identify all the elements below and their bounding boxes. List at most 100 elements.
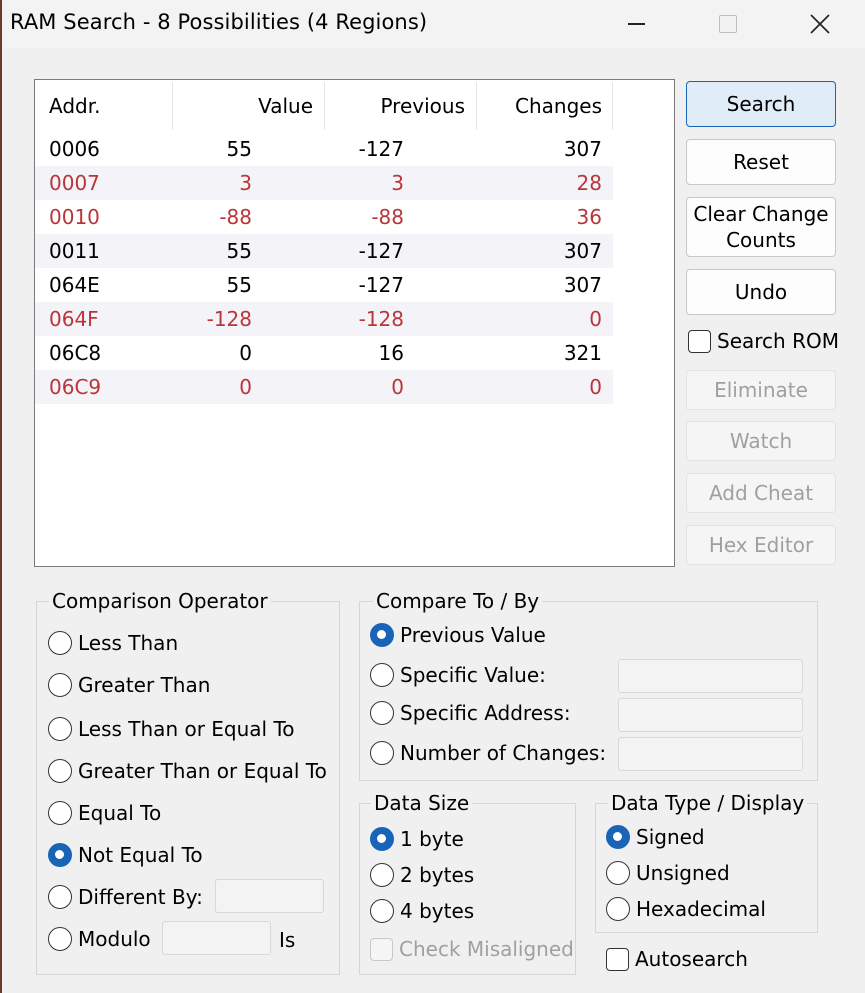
- maximize-icon: [719, 15, 737, 33]
- table-row[interactable]: 06C9 0 0 0: [35, 370, 613, 404]
- comparison-radio-less-than[interactable]: Less Than: [48, 631, 178, 655]
- radio-button[interactable]: [48, 631, 72, 655]
- comparison-operator-title: Comparison Operator: [49, 588, 271, 614]
- column-divider[interactable]: [612, 82, 613, 130]
- autosearch-checkbox[interactable]: Autosearch: [606, 947, 748, 971]
- cell-value: 0: [239, 375, 252, 399]
- table-row[interactable]: 064E 55 -127 307: [35, 268, 613, 302]
- column-header-addr[interactable]: Addr.: [49, 80, 100, 132]
- search-rom-checkbox[interactable]: Search ROM: [688, 329, 839, 353]
- specific-address-input[interactable]: [618, 698, 803, 732]
- radio-label: Specific Value:: [400, 663, 546, 687]
- data-size-radio-1-byte[interactable]: 1 byte: [370, 827, 464, 851]
- search-button[interactable]: Search: [686, 81, 836, 127]
- compare-to-radio-specific-address[interactable]: Specific Address:: [370, 701, 571, 725]
- checkbox-box[interactable]: [688, 329, 711, 353]
- minimize-button[interactable]: [590, 0, 682, 48]
- close-button[interactable]: [774, 0, 865, 48]
- column-divider[interactable]: [172, 82, 173, 130]
- maximize-button: [682, 0, 774, 48]
- cell-changes: 307: [563, 137, 602, 161]
- radio-button[interactable]: [48, 801, 72, 825]
- comparison-radio-modulo[interactable]: Modulo: [48, 927, 151, 951]
- table-row[interactable]: 064F -128 -128 0: [35, 302, 613, 336]
- check-misaligned-checkbox[interactable]: Check Misaligned: [370, 937, 574, 961]
- checkbox-box[interactable]: [606, 947, 629, 971]
- cell-changes: 0: [589, 307, 602, 331]
- ram-search-window: RAM Search - 8 Possibilities (4 Regions)…: [0, 0, 865, 993]
- compare-to-radio-previous-value[interactable]: Previous Value: [370, 623, 546, 647]
- radio-button[interactable]: [48, 927, 72, 951]
- data-type-radio-unsigned[interactable]: Unsigned: [606, 861, 730, 885]
- eliminate-button[interactable]: Eliminate: [686, 370, 836, 410]
- cell-changes: 307: [563, 273, 602, 297]
- table-row[interactable]: 06C8 0 16 321: [35, 336, 613, 370]
- compare-to-radio-specific-value[interactable]: Specific Value:: [370, 663, 546, 687]
- modulo-input[interactable]: [162, 921, 271, 955]
- results-list[interactable]: Addr. Value Previous Changes 0006 55 -127 3…: [34, 79, 675, 567]
- radio-button[interactable]: [370, 701, 394, 725]
- cell-addr: 06C9: [49, 375, 102, 399]
- reset-button[interactable]: Reset: [686, 139, 836, 185]
- close-icon: [810, 14, 830, 34]
- number-of-changes-input[interactable]: [618, 737, 803, 771]
- table-row[interactable]: 0006 55 -127 307: [35, 132, 613, 166]
- watch-button[interactable]: Watch: [686, 421, 836, 461]
- table-row[interactable]: 0010 -88 -88 36: [35, 200, 613, 234]
- checkbox-box[interactable]: [370, 937, 393, 961]
- clear-change-counts-button[interactable]: Clear Change Counts: [686, 197, 836, 257]
- radio-button[interactable]: [48, 717, 72, 741]
- table-row[interactable]: 0011 55 -127 307: [35, 234, 613, 268]
- radio-button[interactable]: [370, 863, 394, 887]
- cell-previous: 0: [391, 375, 404, 399]
- cell-value: -128: [206, 307, 252, 331]
- column-divider[interactable]: [476, 82, 477, 130]
- cell-previous: -88: [371, 205, 404, 229]
- radio-button[interactable]: [370, 827, 394, 851]
- cell-value: 55: [226, 239, 252, 263]
- autosearch-label: Autosearch: [635, 947, 748, 971]
- radio-label: Different By:: [78, 885, 203, 909]
- comparison-radio-greater-than-or-equal-to[interactable]: Greater Than or Equal To: [48, 759, 327, 783]
- data-type-radio-signed[interactable]: Signed: [606, 825, 705, 849]
- column-header-previous[interactable]: Previous: [380, 80, 465, 132]
- radio-button[interactable]: [606, 825, 630, 849]
- radio-label: Previous Value: [400, 623, 546, 647]
- radio-button[interactable]: [48, 843, 72, 867]
- radio-button[interactable]: [370, 623, 394, 647]
- radio-button[interactable]: [48, 759, 72, 783]
- table-row[interactable]: 0007 3 3 28: [35, 166, 613, 200]
- radio-button[interactable]: [370, 663, 394, 687]
- modulo-is-label: Is: [279, 928, 296, 952]
- radio-button[interactable]: [370, 741, 394, 765]
- radio-button[interactable]: [48, 673, 72, 697]
- hex-editor-button[interactable]: Hex Editor: [686, 525, 836, 565]
- specific-value-input[interactable]: [618, 659, 803, 693]
- cell-previous: -127: [358, 239, 404, 263]
- column-divider[interactable]: [324, 82, 325, 130]
- comparison-operator-group: Comparison Operator: [36, 588, 340, 975]
- column-header-changes[interactable]: Changes: [515, 80, 602, 132]
- data-size-radio-2-bytes[interactable]: 2 bytes: [370, 863, 474, 887]
- comparison-radio-greater-than[interactable]: Greater Than: [48, 673, 210, 697]
- radio-button[interactable]: [606, 897, 630, 921]
- comparison-radio-not-equal-to[interactable]: Not Equal To: [48, 843, 203, 867]
- cell-addr: 064F: [49, 307, 99, 331]
- undo-button[interactable]: Undo: [686, 269, 836, 315]
- different-by-input[interactable]: [215, 879, 324, 913]
- cell-value: 0: [239, 341, 252, 365]
- radio-button[interactable]: [370, 899, 394, 923]
- cell-addr: 0006: [49, 137, 100, 161]
- data-size-radio-4-bytes[interactable]: 4 bytes: [370, 899, 474, 923]
- column-header-value[interactable]: Value: [258, 80, 313, 132]
- title-bar[interactable]: RAM Search - 8 Possibilities (4 Regions): [2, 0, 865, 48]
- add-cheat-button[interactable]: Add Cheat: [686, 473, 836, 513]
- comparison-radio-different-by[interactable]: Different By:: [48, 885, 203, 909]
- comparison-radio-less-than-or-equal-to[interactable]: Less Than or Equal To: [48, 717, 295, 741]
- data-type-radio-hexadecimal[interactable]: Hexadecimal: [606, 897, 766, 921]
- compare-to-radio-number-of-changes[interactable]: Number of Changes:: [370, 741, 606, 765]
- radio-button[interactable]: [606, 861, 630, 885]
- radio-button[interactable]: [48, 885, 72, 909]
- comparison-radio-equal-to[interactable]: Equal To: [48, 801, 161, 825]
- radio-label: Greater Than: [78, 673, 211, 697]
